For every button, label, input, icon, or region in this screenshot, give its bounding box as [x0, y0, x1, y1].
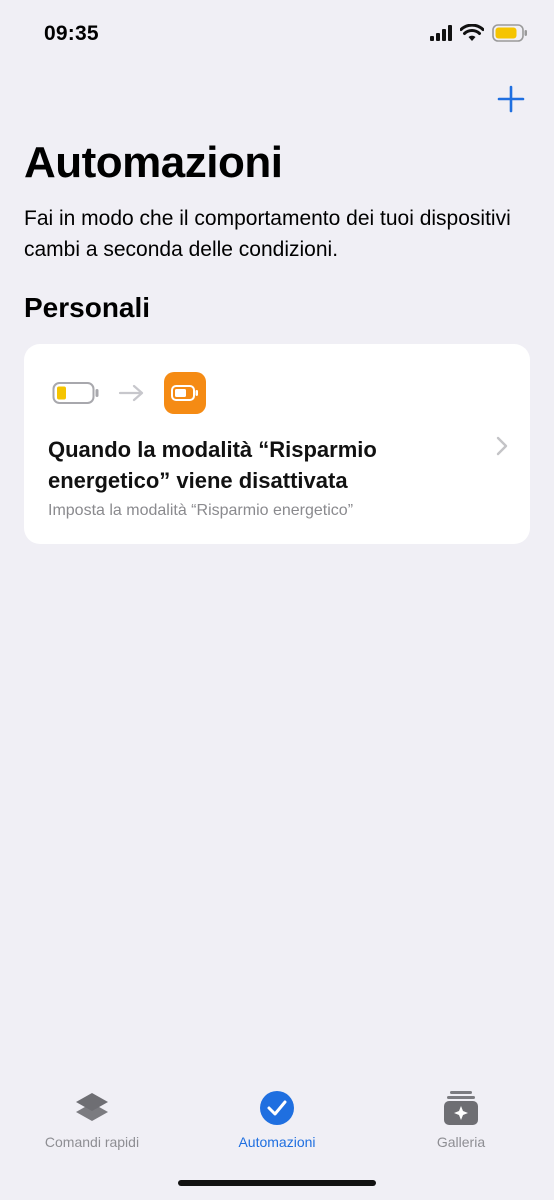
page-subtitle: Fai in modo che il comportamento dei tuo… [24, 207, 511, 261]
chevron-right-icon [496, 436, 508, 456]
status-time: 09:35 [44, 22, 99, 45]
add-automation-button[interactable] [496, 84, 526, 114]
automation-card[interactable]: Quando la modalità “Risparmio energetico… [24, 344, 530, 544]
automation-trigger-icons [52, 372, 206, 414]
home-indicator [178, 1180, 376, 1186]
automations-screen: 09:35 Automazioni Fai in modo che il com… [0, 0, 554, 1200]
tab-label: Galleria [436, 1134, 486, 1150]
low-battery-icon [52, 382, 99, 404]
battery-icon [492, 24, 527, 42]
layers-icon [76, 1093, 108, 1121]
wifi-icon [460, 24, 484, 41]
tab-automations[interactable]: Automazioni [197, 1088, 357, 1150]
status-icons [430, 24, 528, 42]
tab-label: Comandi rapidi [44, 1134, 140, 1150]
tab-shortcuts[interactable]: Comandi rapidi [12, 1088, 172, 1150]
automation-action: Imposta la modalità “Risparmio energetic… [48, 502, 354, 519]
section-title: Personali [24, 292, 151, 323]
tab-label: Automazioni [238, 1134, 316, 1150]
cellular-signal-icon [430, 25, 452, 41]
checkmark-circle-icon [260, 1091, 294, 1125]
page-title: Automazioni [24, 138, 283, 187]
gallery-icon [444, 1091, 478, 1125]
low-power-mode-badge [164, 372, 206, 414]
battery-mode-icon [171, 385, 198, 401]
automation-title: Quando la modalità “Risparmio energetico… [48, 437, 377, 493]
arrow-right-icon [118, 384, 144, 402]
tab-gallery[interactable]: Galleria [381, 1088, 541, 1150]
